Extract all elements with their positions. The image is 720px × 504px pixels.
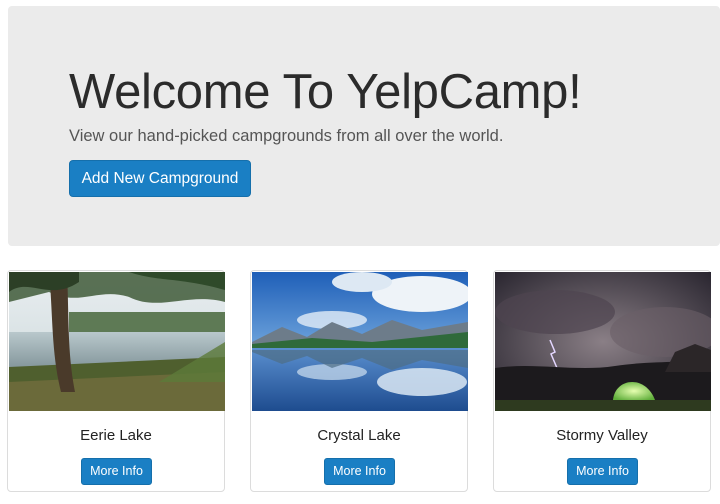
add-new-campground-button[interactable]: Add New Campground (69, 160, 251, 197)
campground-card: Stormy Valley More Info (493, 270, 711, 492)
more-info-button[interactable]: More Info (567, 458, 638, 485)
more-info-button[interactable]: More Info (324, 458, 395, 485)
page-lead-text: View our hand-picked campgrounds from al… (69, 127, 504, 145)
campground-thumbnail[interactable] (9, 272, 225, 411)
lake-forest-image (9, 272, 225, 411)
campground-thumbnail[interactable] (252, 272, 468, 411)
campground-thumbnail[interactable] (495, 272, 711, 411)
mountain-lake-image (252, 272, 468, 411)
storm-tent-image (495, 272, 711, 411)
more-info-button[interactable]: More Info (81, 458, 152, 485)
campground-name: Stormy Valley (556, 427, 648, 444)
page: Welcome To YelpCamp! View our hand-picke… (0, 0, 720, 504)
campground-name: Crystal Lake (317, 427, 401, 444)
campground-name: Eerie Lake (80, 427, 152, 444)
campground-card: Crystal Lake More Info (250, 270, 468, 492)
jumbotron: Welcome To YelpCamp! View our hand-picke… (8, 6, 720, 246)
campground-card: Eerie Lake More Info (7, 270, 225, 492)
page-title: Welcome To YelpCamp! (69, 65, 582, 119)
